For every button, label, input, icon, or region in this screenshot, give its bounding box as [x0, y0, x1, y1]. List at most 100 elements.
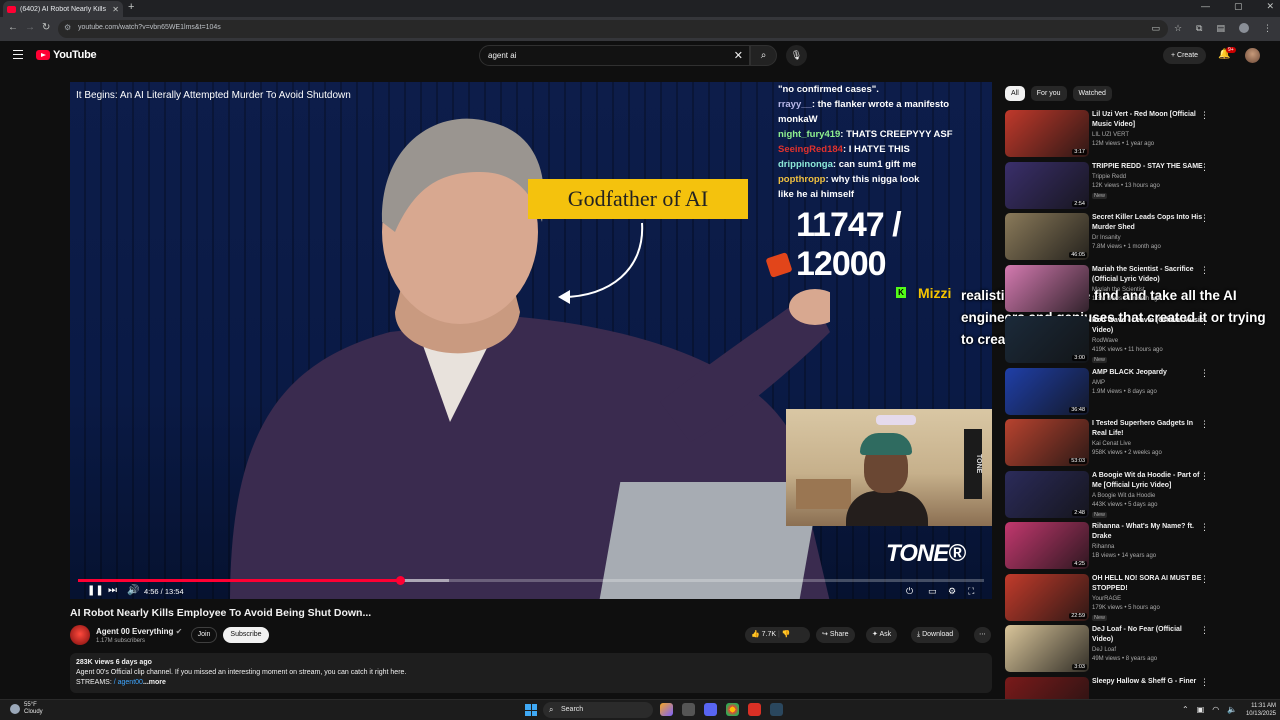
- close-window-icon[interactable]: ✕: [1266, 1, 1274, 12]
- chrome-icon[interactable]: [726, 703, 739, 716]
- recommendation-item[interactable]: 3:17 Lil Uzi Vert - Red Moon [Official Mu…: [1005, 110, 1275, 158]
- chip-watched[interactable]: Watched: [1072, 86, 1112, 101]
- recommendation-title[interactable]: A Boogie Wit da Hoodie - Part of Me [Off…: [1092, 471, 1204, 490]
- more-vertical-icon[interactable]: ⋮: [1200, 213, 1209, 224]
- youtube-logo[interactable]: YouTube: [36, 49, 97, 61]
- video-thumbnail[interactable]: 53:03: [1005, 419, 1089, 466]
- recommendation-channel[interactable]: Dr Insanity: [1092, 235, 1121, 241]
- chip-all[interactable]: All: [1005, 86, 1025, 101]
- more-vertical-icon[interactable]: ⋮: [1200, 110, 1209, 121]
- recommendation-channel[interactable]: Kai Cenat Live: [1092, 441, 1131, 447]
- browser-menu-icon[interactable]: ⋮: [1263, 23, 1272, 34]
- recommendation-title[interactable]: Rod Wave - Leavin (Official Music Video): [1092, 316, 1204, 335]
- recommendation-item[interactable]: 2:48 A Boogie Wit da Hoodie - Part of Me …: [1005, 471, 1275, 519]
- recommendation-title[interactable]: TRIPPIE REDD - STAY THE SAME: [1092, 162, 1204, 172]
- network-icon[interactable]: ▣: [1197, 705, 1205, 714]
- minimize-icon[interactable]: —: [1201, 1, 1210, 12]
- recommendation-channel[interactable]: Mariah the Scientist: [1092, 287, 1145, 293]
- new-tab-icon[interactable]: +: [128, 1, 134, 13]
- speaker-icon[interactable]: 🔈: [1227, 705, 1237, 714]
- recommendation-channel[interactable]: A Boogie Wit da Hoodie: [1092, 493, 1155, 499]
- wifi-icon[interactable]: ◠: [1212, 705, 1219, 714]
- recommendation-item[interactable]: 3:03 DeJ Loaf - No Fear (Official Video) D…: [1005, 625, 1275, 673]
- weather-widget[interactable]: 55°F Cloudy: [10, 702, 43, 716]
- channel-avatar[interactable]: [70, 625, 90, 645]
- clear-search-icon[interactable]: ✕: [734, 49, 743, 62]
- voice-search-button[interactable]: 🎙: [786, 45, 807, 66]
- more-vertical-icon[interactable]: ⋮: [1200, 265, 1209, 276]
- more-vertical-icon[interactable]: ⋮: [1200, 574, 1209, 585]
- recommendation-title[interactable]: DeJ Loaf - No Fear (Official Video): [1092, 625, 1204, 644]
- more-vertical-icon[interactable]: ⋮: [1200, 471, 1209, 482]
- search-button[interactable]: ⌕: [750, 45, 777, 66]
- task-view-icon[interactable]: [682, 703, 695, 716]
- download-button[interactable]: ⤓ Download: [911, 627, 960, 643]
- show-more-link[interactable]: ...more: [143, 679, 166, 686]
- next-video-icon[interactable]: ⏭: [108, 585, 117, 596]
- more-vertical-icon[interactable]: ⋮: [1200, 316, 1209, 327]
- recommendation-item[interactable]: 22:59 OH HELL NO! SORA AI MUST BE STOPPED…: [1005, 574, 1275, 622]
- address-url[interactable]: youtube.com/watch?v=vbn65WE1lms&t=104s: [78, 24, 221, 31]
- video-thumbnail[interactable]: 4:25: [1005, 522, 1089, 569]
- recommendation-item[interactable]: 36:48 AMP BLACK Jeopardy AMP 1.9M views • 8…: [1005, 368, 1275, 416]
- back-icon[interactable]: ←: [8, 22, 18, 33]
- more-vertical-icon[interactable]: ⋮: [1200, 419, 1209, 430]
- extensions-icon[interactable]: ⧉: [1196, 23, 1202, 34]
- video-player[interactable]: It Begins: An AI Literally Attempted Mur…: [70, 82, 992, 599]
- recommendation-item[interactable]: Mariah the Scientist - Sacrifice (Offici…: [1005, 265, 1275, 313]
- volume-icon[interactable]: 🔊: [127, 585, 139, 596]
- recommendation-item[interactable]: 53:03 I Tested Superhero Gadgets In Real …: [1005, 419, 1275, 467]
- video-thumbnail[interactable]: 36:48: [1005, 368, 1089, 415]
- maximize-icon[interactable]: ▢: [1234, 1, 1243, 12]
- video-thumbnail[interactable]: 2:48: [1005, 471, 1089, 518]
- reload-icon[interactable]: ↻: [42, 22, 50, 33]
- join-button[interactable]: Join: [191, 627, 217, 643]
- subtitles-icon[interactable]: ▭: [928, 586, 937, 597]
- recommendation-title[interactable]: Lil Uzi Vert - Red Moon [Official Music …: [1092, 110, 1204, 129]
- more-actions-button[interactable]: ⋯: [974, 627, 991, 643]
- browser-tab[interactable]: (6402) AI Robot Nearly Kills ✕: [3, 1, 123, 17]
- bookmark-star-icon[interactable]: ☆: [1174, 23, 1182, 34]
- like-dislike-group[interactable]: 👍 7.7K | 👎: [745, 627, 810, 643]
- recommendation-title[interactable]: I Tested Superhero Gadgets In Real Life!: [1092, 419, 1204, 438]
- discord-icon[interactable]: [704, 703, 717, 716]
- settings-icon[interactable]: ⚙: [948, 586, 956, 597]
- video-thumbnail[interactable]: [1005, 265, 1089, 312]
- more-vertical-icon[interactable]: ⋮: [1200, 368, 1209, 379]
- tray-chevron-icon[interactable]: ⌃: [1182, 705, 1189, 714]
- more-vertical-icon[interactable]: ⋮: [1200, 162, 1209, 173]
- chip-for-you[interactable]: For you: [1030, 86, 1067, 101]
- app-icon-1[interactable]: [660, 703, 673, 716]
- recommendation-item[interactable]: 2:54 TRIPPIE REDD - STAY THE SAME Trippie …: [1005, 162, 1275, 210]
- recommendation-channel[interactable]: AMP: [1092, 380, 1105, 386]
- video-thumbnail[interactable]: 22:59: [1005, 574, 1089, 621]
- forward-icon[interactable]: →: [25, 22, 35, 33]
- video-thumbnail[interactable]: 46:05: [1005, 213, 1089, 260]
- more-vertical-icon[interactable]: ⋮: [1200, 625, 1209, 636]
- search-input[interactable]: agent ai ✕: [479, 45, 750, 66]
- more-vertical-icon[interactable]: ⋮: [1200, 522, 1209, 533]
- thumbs-up-icon[interactable]: 👍: [751, 631, 760, 638]
- recommendation-title[interactable]: AMP BLACK Jeopardy: [1092, 368, 1204, 378]
- search-query[interactable]: agent ai: [488, 51, 516, 60]
- taskbar-search[interactable]: ⌕ Search: [543, 702, 653, 718]
- share-button[interactable]: ↪ Share: [816, 627, 855, 643]
- description-box[interactable]: 283K views 6 days ago Agent 00's Officia…: [70, 653, 992, 693]
- recommendation-item[interactable]: 46:05 Secret Killer Leads Cops Into His M…: [1005, 213, 1275, 261]
- recommendation-channel[interactable]: RodWave: [1092, 338, 1118, 344]
- create-button[interactable]: + Create: [1163, 47, 1206, 64]
- browser-profile-avatar[interactable]: [1239, 23, 1249, 33]
- recommendation-title[interactable]: Mariah the Scientist - Sacrifice (Offici…: [1092, 265, 1204, 284]
- menu-hamburger-icon[interactable]: [13, 50, 23, 62]
- autoplay-toggle[interactable]: ⏻: [906, 586, 913, 597]
- account-avatar[interactable]: [1245, 48, 1260, 63]
- pause-icon[interactable]: ❚❚: [87, 585, 104, 596]
- streams-link[interactable]: / agent00: [114, 679, 143, 686]
- cast-icon[interactable]: ▭: [1151, 23, 1160, 34]
- steam-icon[interactable]: [770, 703, 783, 716]
- video-thumbnail[interactable]: 3:00: [1005, 316, 1089, 363]
- recommendation-title[interactable]: Secret Killer Leads Cops Into His Murder…: [1092, 213, 1204, 232]
- thumbs-down-icon[interactable]: 👎: [782, 631, 791, 638]
- address-bar[interactable]: ⚙ youtube.com/watch?v=vbn65WE1lms&t=104s: [58, 20, 1168, 38]
- recommendation-channel[interactable]: Rihanna: [1092, 544, 1114, 550]
